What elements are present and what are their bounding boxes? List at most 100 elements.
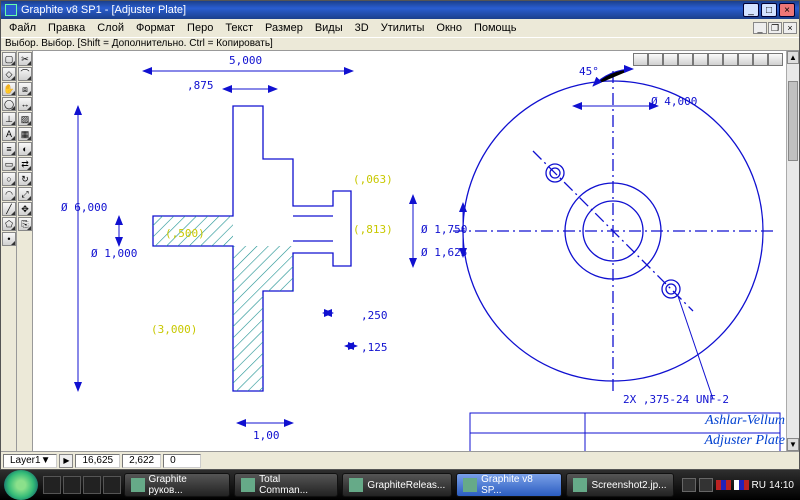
titleblock-part: Adjuster Plate — [705, 433, 786, 449]
titleblock-company: Ashlar-Vellum — [705, 413, 785, 429]
taskbar-item-icon — [131, 478, 145, 492]
menu-edit[interactable]: Правка — [42, 21, 91, 35]
quicklaunch-icon[interactable] — [83, 476, 101, 494]
tool-circle[interactable]: ○ — [2, 172, 16, 186]
quicklaunch-icon[interactable] — [63, 476, 81, 494]
menu-window[interactable]: Окно — [430, 21, 468, 35]
toolbar-col-2: ✂⌒⧈↔▨▦◐⇄↻⤢✥⎘ — [17, 51, 33, 451]
tool-lasso[interactable]: ◇ — [2, 67, 16, 81]
tool-line[interactable]: ╱ — [2, 202, 16, 216]
close-button[interactable]: × — [779, 3, 795, 17]
quicklaunch-icon[interactable] — [43, 476, 61, 494]
taskbar-item[interactable]: GraphiteReleas... — [342, 473, 452, 497]
taskbar-item[interactable]: Graphite руков... — [124, 473, 231, 497]
window-title: Graphite v8 SP1 - [Adjuster Plate] — [21, 4, 186, 16]
tool-fillet[interactable]: ⌒ — [18, 67, 32, 81]
taskbar: Graphite руков... Total Comman... Graphite… — [0, 470, 800, 500]
toolbar-col-1: ▢◇✋◯⊥A≡▭○◠╱⬠• — [1, 51, 17, 451]
tool-arc[interactable]: ◠ — [2, 187, 16, 201]
drawing-svg — [33, 51, 793, 451]
menu-pen[interactable]: Перо — [181, 21, 219, 35]
taskbar-item[interactable]: Total Comman... — [234, 473, 338, 497]
titlebar[interactable]: Graphite v8 SP1 - [Adjuster Plate] _ □ × — [1, 1, 799, 19]
tool-rotate[interactable]: ↻ — [18, 172, 32, 186]
tray-icon[interactable] — [682, 478, 696, 492]
taskbar-item-label: Total Comman... — [259, 474, 331, 496]
tool-hand[interactable]: ✋ — [2, 82, 16, 96]
tool-render[interactable]: ◐ — [18, 142, 32, 156]
system-tray: RU 14:10 — [676, 478, 800, 492]
tool-move[interactable]: ✥ — [18, 202, 32, 216]
tool-dim[interactable]: ↔ — [18, 97, 32, 111]
work-area: ▢◇✋◯⊥A≡▭○◠╱⬠• ✂⌒⧈↔▨▦◐⇄↻⤢✥⎘ — [1, 51, 799, 451]
tool-point[interactable]: • — [2, 232, 16, 246]
tool-ortho[interactable]: ⊥ — [2, 112, 16, 126]
quicklaunch-icon[interactable] — [103, 476, 121, 494]
app-window: Graphite v8 SP1 - [Adjuster Plate] _ □ ×… — [0, 0, 800, 470]
dim-4000: Ø 4,000 — [651, 95, 697, 108]
menu-views[interactable]: Виды — [309, 21, 349, 35]
taskbar-item-label: Graphite v8 SP... — [481, 474, 555, 496]
maximize-button[interactable]: □ — [761, 3, 777, 17]
dim-875: ,875 — [187, 79, 214, 92]
menu-layer[interactable]: Слой — [91, 21, 130, 35]
tray-icon[interactable] — [699, 478, 713, 492]
menu-util[interactable]: Утилиты — [375, 21, 431, 35]
taskbar-item-label: GraphiteReleas... — [367, 480, 445, 491]
taskbar-item-icon — [349, 478, 363, 492]
lang-indicator[interactable]: RU — [752, 480, 766, 491]
start-button[interactable] — [4, 470, 38, 500]
status-z: 0 — [163, 454, 201, 468]
menu-help[interactable]: Помощь — [468, 21, 523, 35]
menu-dim[interactable]: Размер — [259, 21, 309, 35]
status-y: 2,622 — [122, 454, 161, 468]
app-icon — [5, 4, 17, 16]
scroll-thumb[interactable] — [788, 81, 798, 161]
tool-scale[interactable]: ⤢ — [18, 187, 32, 201]
dim-1625: Ø 1,625 — [421, 246, 467, 259]
flag-ru-icon[interactable] — [734, 480, 749, 490]
scroll-down-button[interactable]: ▼ — [787, 438, 799, 451]
taskbar-item-icon — [241, 478, 255, 492]
status-play-button[interactable]: ▶ — [59, 454, 73, 468]
tool-select[interactable]: ▢ — [2, 52, 16, 66]
dim-063: (,063) — [353, 173, 393, 186]
dim-813: (,813) — [353, 223, 393, 236]
tool-zoom[interactable]: ◯ — [2, 97, 16, 111]
tool-layer[interactable]: ≡ — [2, 142, 16, 156]
dim-250: ,250 — [361, 309, 388, 322]
tool-rect[interactable]: ▭ — [2, 157, 16, 171]
doc-restore-button[interactable]: ❐ — [768, 22, 782, 34]
dim-125: ,125 — [361, 341, 388, 354]
taskbar-item[interactable]: Graphite v8 SP... — [456, 473, 562, 497]
clock[interactable]: 14:10 — [769, 480, 794, 491]
tool-view[interactable]: ▦ — [18, 127, 32, 141]
tool-text[interactable]: A — [2, 127, 16, 141]
tool-trim[interactable]: ✂ — [18, 52, 32, 66]
doc-close-button[interactable]: × — [783, 22, 797, 34]
taskbar-item-label: Graphite руков... — [149, 474, 224, 496]
drawing-canvas[interactable]: Ø 6,000 ,875 5,000 Ø 1,000 (,500) (,063)… — [33, 51, 799, 451]
tool-chamfer[interactable]: ⧈ — [18, 82, 32, 96]
menu-file[interactable]: Файл — [3, 21, 42, 35]
vertical-scrollbar[interactable]: ▲ ▼ — [786, 51, 799, 451]
minimize-button[interactable]: _ — [743, 3, 759, 17]
taskbar-item-icon — [573, 478, 587, 492]
doc-minimize-button[interactable]: _ — [753, 22, 767, 34]
menu-format[interactable]: Формат — [130, 21, 181, 35]
status-layer[interactable]: Layer1▼ — [3, 454, 57, 468]
menu-3d[interactable]: 3D — [349, 21, 375, 35]
taskbar-item-label: Screenshot2.jp... — [591, 480, 666, 491]
menu-text[interactable]: Текст — [219, 21, 259, 35]
tool-poly[interactable]: ⬠ — [2, 217, 16, 231]
hint-bar: Выбор. Выбор. [Shift = Дополнительно. Ct… — [1, 37, 799, 51]
taskbar-item[interactable]: Screenshot2.jp... — [566, 473, 673, 497]
tool-copy[interactable]: ⎘ — [18, 217, 32, 231]
dim-5000: 5,000 — [229, 54, 262, 67]
dim-500: (,500) — [165, 227, 205, 240]
flag-uk-icon[interactable] — [716, 480, 731, 490]
dim-6000: Ø 6,000 — [61, 201, 107, 214]
scroll-up-button[interactable]: ▲ — [787, 51, 799, 64]
tool-hatch[interactable]: ▨ — [18, 112, 32, 126]
tool-mirror[interactable]: ⇄ — [18, 157, 32, 171]
